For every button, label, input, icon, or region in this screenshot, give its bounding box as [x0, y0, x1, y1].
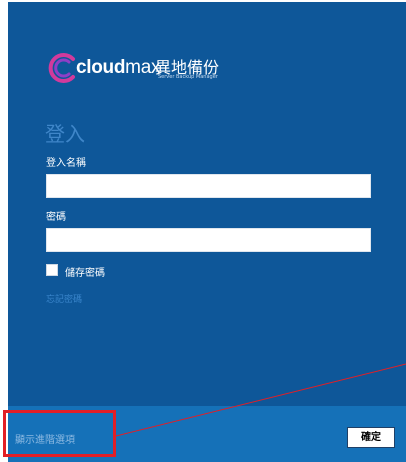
password-field[interactable]	[46, 228, 371, 252]
login-window: cloudmax 異地備份 Server Backup Manager 登入 登…	[0, 0, 406, 462]
cloudmax-logo-icon	[48, 53, 75, 83]
logo-wordmark-bold: cloud	[76, 57, 126, 78]
annotation-highlight-box	[3, 410, 116, 457]
forgot-password-link[interactable]: 忘記密碼	[46, 292, 82, 305]
cloudmax-logo: cloudmax 異地備份 Server Backup Manager	[46, 48, 246, 90]
remember-password-label: 儲存密碼	[65, 268, 105, 279]
login-panel: cloudmax 異地備份 Server Backup Manager 登入 登…	[8, 2, 406, 406]
logo-wordmark: cloudmax	[76, 57, 160, 79]
username-label: 登入名稱	[46, 158, 86, 169]
ok-button[interactable]: 確定	[347, 427, 395, 448]
remember-password-checkbox[interactable]	[46, 264, 58, 276]
page-title: 登入	[45, 122, 85, 146]
logo-subtitle: Server Backup Manager	[158, 74, 218, 80]
password-label: 密碼	[46, 212, 66, 223]
username-field[interactable]	[46, 174, 371, 198]
